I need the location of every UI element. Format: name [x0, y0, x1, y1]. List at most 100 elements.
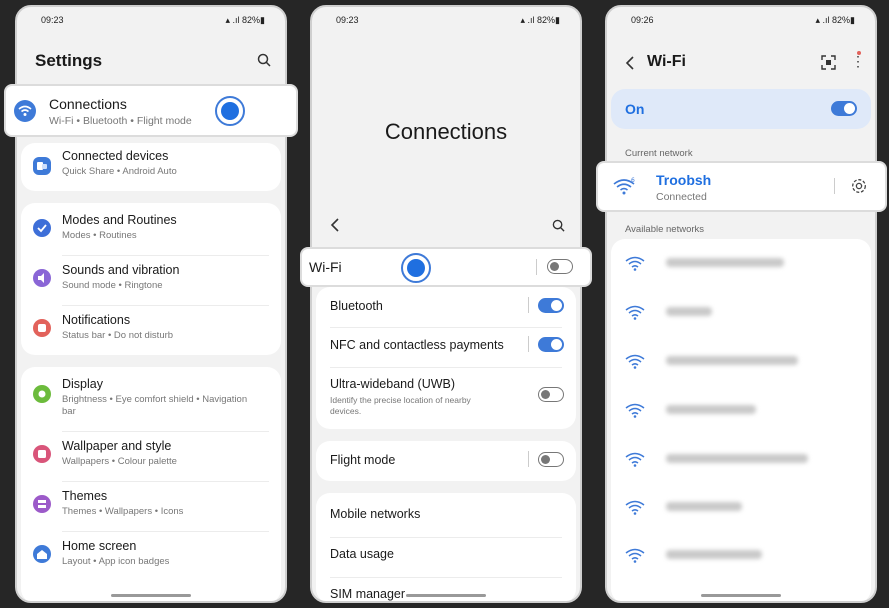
network-row[interactable]	[620, 496, 860, 518]
network-row[interactable]	[620, 399, 860, 421]
more-options-icon[interactable]: ⋮	[851, 54, 865, 68]
gesture-bar	[111, 594, 191, 597]
separator	[536, 259, 537, 275]
sound-icon	[33, 269, 51, 287]
item-subtitle: Modes • Routines	[62, 230, 137, 241]
network-name-blurred	[666, 405, 756, 414]
network-row[interactable]	[620, 301, 860, 323]
wifi-locked-icon: 6	[612, 176, 638, 201]
current-network-name: Troobsh	[656, 172, 712, 188]
status-bar: 09:23 ▴ .ıl 82%▮	[312, 15, 580, 29]
item-subtitle: Brightness • Eye comfort shield • Naviga…	[62, 394, 248, 405]
modes-icon	[33, 219, 51, 237]
wifi-label: Wi-Fi	[309, 259, 342, 275]
search-icon[interactable]	[257, 53, 271, 72]
wifi-row[interactable]: Wi-Fi	[302, 249, 590, 285]
divider	[62, 305, 269, 306]
network-row[interactable]	[620, 350, 860, 372]
network-row[interactable]	[620, 544, 860, 566]
data-usage-label: Data usage	[330, 547, 394, 561]
settings-item-themes[interactable]: Themes Themes • Wallpapers • Icons	[17, 489, 285, 523]
wifi-locked-icon	[624, 352, 646, 375]
display-icon	[33, 385, 51, 403]
battery-level: 82%	[242, 15, 261, 25]
network-settings-icon[interactable]	[850, 177, 868, 200]
item-subtitle: Layout • App icon badges	[62, 556, 170, 567]
wifi-master-toggle[interactable]	[831, 101, 857, 116]
network-name-blurred	[666, 307, 712, 316]
home-icon	[33, 545, 51, 563]
separator	[528, 297, 529, 313]
bluetooth-toggle[interactable]	[538, 298, 564, 313]
wifi-locked-icon	[624, 450, 646, 473]
item-subtitle: Themes • Wallpapers • Icons	[62, 506, 184, 517]
battery-level: 82%	[537, 15, 556, 25]
network-row[interactable]	[620, 252, 860, 274]
item-subtitle: Status bar • Do not disturb	[62, 330, 174, 341]
nfc-label: NFC and contactless payments	[330, 338, 504, 352]
settings-item-wallpaper[interactable]: Wallpaper and style Wallpapers • Colour …	[17, 439, 285, 473]
wifi-toggle[interactable]	[547, 259, 573, 274]
current-network-row[interactable]: 6 Troobsh Connected	[598, 163, 885, 210]
settings-item-sounds[interactable]: Sounds and vibration Sound mode • Ringto…	[17, 263, 285, 297]
item-title: Connected devices	[62, 149, 169, 163]
separator	[834, 178, 835, 194]
qr-scan-icon[interactable]	[821, 55, 836, 75]
wifi-locked-icon	[624, 303, 646, 326]
current-network-header: Current network	[625, 148, 693, 159]
wifi-locked-icon	[624, 401, 646, 424]
gesture-bar	[406, 594, 486, 597]
item-subtitle: Sound mode • Ringtone	[62, 280, 163, 291]
flight-mode-row[interactable]: Flight mode	[312, 451, 580, 475]
status-icons: ▴ .ıl 82%▮	[815, 15, 856, 25]
network-name-blurred	[666, 454, 808, 463]
status-bar: 09:26 ▴ .ıl 82%▮	[607, 15, 875, 29]
flight-mode-toggle[interactable]	[538, 452, 564, 467]
mobile-networks-row[interactable]: Mobile networks	[312, 505, 580, 529]
page-title: Wi-Fi	[647, 53, 686, 70]
settings-item-display[interactable]: Display Brightness • Eye comfort shield …	[17, 377, 285, 421]
status-time: 09:23	[41, 15, 64, 25]
settings-item-connected-devices[interactable]: Connected devices Quick Share • Android …	[17, 149, 285, 183]
nfc-toggle[interactable]	[538, 337, 564, 352]
settings-item-modes[interactable]: Modes and Routines Modes • Routines	[17, 213, 285, 247]
tap-indicator	[401, 253, 431, 283]
data-usage-row[interactable]: Data usage	[312, 545, 580, 569]
network-name-blurred	[666, 502, 742, 511]
back-icon[interactable]	[330, 218, 340, 237]
uwb-label: Ultra-wideband (UWB)	[330, 377, 456, 391]
network-row[interactable]	[620, 448, 860, 470]
wifi-locked-icon	[624, 254, 646, 277]
connections-screen: 09:23 ▴ .ıl 82%▮ Connections Bluetooth N…	[310, 5, 582, 603]
uwb-description: Identify the precise location of nearby	[330, 395, 471, 405]
wifi-master-switch[interactable]: On	[611, 89, 871, 129]
search-icon[interactable]	[552, 219, 565, 237]
divider	[62, 481, 269, 482]
gesture-bar	[701, 594, 781, 597]
bluetooth-row[interactable]: Bluetooth	[312, 297, 580, 321]
status-bar: 09:23 ▴ .ıl 82%▮	[17, 15, 285, 29]
divider	[62, 255, 269, 256]
page-title: Settings	[35, 51, 103, 70]
divider	[330, 537, 562, 538]
uwb-toggle[interactable]	[538, 387, 564, 402]
settings-item-connections[interactable]: Connections Wi-Fi • Bluetooth • Flight m…	[6, 86, 296, 135]
notification-dot	[857, 51, 861, 55]
nfc-row[interactable]: NFC and contactless payments	[312, 336, 580, 360]
item-title: Themes	[62, 489, 108, 503]
page-title: Connections	[384, 119, 508, 144]
wifi-on-label: On	[625, 101, 645, 117]
notification-icon	[33, 319, 51, 337]
current-network-status: Connected	[656, 191, 707, 203]
back-icon[interactable]	[625, 56, 635, 75]
status-icons: ▴ .ıl 82%▮	[520, 15, 561, 25]
settings-item-home-screen[interactable]: Home screen Layout • App icon badges	[17, 539, 285, 573]
item-title: Display	[62, 377, 103, 391]
separator	[528, 451, 529, 467]
sim-manager-label: SIM manager	[330, 587, 406, 601]
status-time: 09:23	[336, 15, 359, 25]
item-title: Sounds and vibration	[62, 263, 180, 277]
uwb-row[interactable]: Ultra-wideband (UWB) Identify the precis…	[312, 375, 580, 419]
settings-item-notifications[interactable]: Notifications Status bar • Do not distur…	[17, 313, 285, 347]
divider	[330, 327, 562, 328]
